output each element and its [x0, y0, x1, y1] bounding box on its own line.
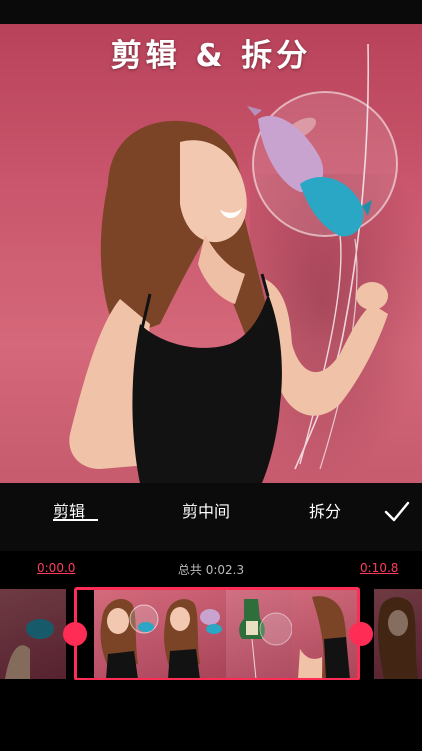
- timeline-frame: [0, 589, 66, 679]
- bottom-area: [0, 680, 422, 751]
- page-title: 剪辑 & 拆分: [110, 38, 312, 74]
- tab-split[interactable]: 拆分: [309, 498, 341, 522]
- end-time-label[interactable]: 0:10.8: [360, 561, 398, 575]
- total-duration-label: 总共 0:02.3: [177, 563, 245, 577]
- trim-end-handle[interactable]: [349, 622, 373, 646]
- video-preview[interactable]: 剪辑 & 拆分: [0, 24, 422, 483]
- check-icon[interactable]: [383, 497, 411, 525]
- timeline-strip[interactable]: [0, 587, 422, 681]
- tab-cut-middle[interactable]: 剪中间: [182, 498, 230, 522]
- trim-start-handle[interactable]: [63, 622, 87, 646]
- timeline-frame: [374, 589, 422, 679]
- timeline-time-row: 0:00.0 总共 0:02.3 0:10.8: [0, 551, 422, 585]
- trim-selection-frame[interactable]: [74, 587, 360, 681]
- preview-illustration: [69, 43, 398, 483]
- edit-mode-tabs: 剪辑 剪中间 拆分: [0, 483, 422, 551]
- tab-selected-indicator: [53, 519, 98, 521]
- status-bar: [0, 0, 422, 24]
